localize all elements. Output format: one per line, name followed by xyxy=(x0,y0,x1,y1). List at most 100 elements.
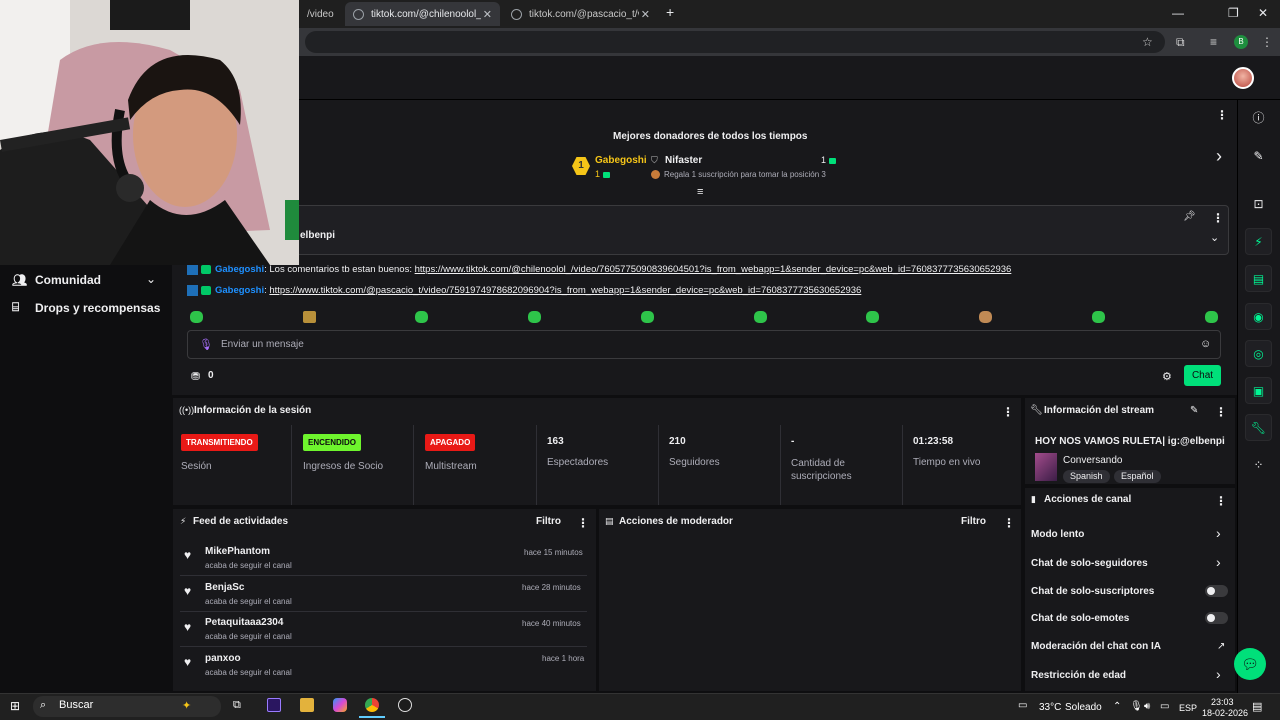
feed-filter-button[interactable]: Filtro xyxy=(536,516,561,527)
emote-icon[interactable] xyxy=(979,311,992,323)
expand-leaderboard-icon[interactable]: ≡ xyxy=(697,186,703,198)
top-donor-name[interactable]: Gabegoshi xyxy=(595,155,647,166)
emote-icon[interactable] xyxy=(1092,311,1105,323)
browser-menu-icon[interactable]: ⋮ xyxy=(1261,35,1273,49)
bookmark-star-icon[interactable]: ☆ xyxy=(1142,35,1153,49)
camera-icon[interactable]: ⊡ xyxy=(1245,190,1272,217)
edit-pencil-icon[interactable]: ✎ xyxy=(1190,405,1198,416)
copilot-icon[interactable] xyxy=(333,698,347,712)
feed-menu-icon[interactable]: ⋮ xyxy=(577,516,589,530)
feed-username[interactable]: panxoo xyxy=(205,653,241,664)
add-widget-icon[interactable]: ⁘ xyxy=(1245,451,1272,478)
tab-chilenoolol[interactable]: tiktok.com/@chilenoolol_/video/✕ xyxy=(345,2,500,26)
chrome-icon[interactable] xyxy=(365,698,379,712)
tab-video-1[interactable]: /video xyxy=(299,2,341,26)
minimize-icon[interactable]: — xyxy=(1172,6,1184,20)
chevron-down-icon[interactable]: ⌄ xyxy=(1210,231,1219,244)
chat-message-input[interactable] xyxy=(187,330,1221,359)
info-icon[interactable]: ⓘ xyxy=(1245,104,1272,131)
close-window-icon[interactable]: ✕ xyxy=(1258,6,1268,20)
language-indicator[interactable]: ESP xyxy=(1179,703,1197,713)
network-icon[interactable]: ▭ xyxy=(1160,701,1169,712)
second-donor-name[interactable]: Nifaster xyxy=(665,155,702,166)
restore-icon[interactable]: ❐ xyxy=(1228,6,1239,20)
stream-category[interactable]: Conversando xyxy=(1063,455,1122,466)
globe-icon xyxy=(353,8,364,20)
chevron-right-icon[interactable]: › xyxy=(1216,666,1221,682)
chevron-right-icon[interactable]: › xyxy=(1216,554,1221,570)
chevron-down-icon[interactable]: ⌄ xyxy=(146,272,156,286)
media-icon[interactable]: ≡ xyxy=(1210,35,1217,49)
close-tab-icon[interactable]: ✕ xyxy=(483,8,492,21)
emote-icon[interactable] xyxy=(641,311,654,323)
chat-link[interactable]: https://www.tiktok.com/@chilenoolol_/vid… xyxy=(415,264,1012,275)
emote-icon[interactable] xyxy=(754,311,767,323)
emote-icon[interactable] xyxy=(303,311,316,323)
emote-picker-icon[interactable]: ☺ xyxy=(1200,338,1211,350)
channel-actions-menu-icon[interactable]: ⋮ xyxy=(1215,494,1227,508)
tray-chevron-up-icon[interactable]: ⌃ xyxy=(1113,701,1121,712)
tag-espanol[interactable]: Español xyxy=(1114,470,1161,483)
wrench-icon[interactable]: 🔧︎ xyxy=(1245,414,1272,441)
emote-icon[interactable] xyxy=(415,311,428,323)
notifications-icon[interactable]: ▤ xyxy=(1252,700,1262,713)
weather-temp[interactable]: 33°C xyxy=(1039,702,1061,713)
emote-icon[interactable] xyxy=(866,311,879,323)
feed-username[interactable]: MikePhantom xyxy=(205,546,270,557)
windows-start-icon[interactable]: ⊞ xyxy=(10,699,20,713)
send-chat-button[interactable]: Chat xyxy=(1184,365,1221,386)
sidebar-item-drops[interactable]: ⌸ Drops y recompensas xyxy=(12,300,160,315)
category-boxart[interactable] xyxy=(1035,453,1057,481)
volume-icon[interactable]: 🔊︎ xyxy=(1144,701,1150,712)
external-link-icon[interactable]: ↗ xyxy=(1217,641,1225,652)
pinned-menu-icon[interactable]: ⋮ xyxy=(1212,211,1224,225)
chat-panel-menu-icon[interactable]: ⋮ xyxy=(1216,108,1228,122)
url-input[interactable] xyxy=(305,31,1165,53)
clock-date[interactable]: 18-02-2026 xyxy=(1202,708,1248,718)
profile-avatar[interactable]: B xyxy=(1234,35,1248,49)
tab-pascacio[interactable]: tiktok.com/@pascacio_t/video/✕ xyxy=(503,2,658,26)
broadcast-icon[interactable]: ◎ xyxy=(1245,340,1272,367)
session-menu-icon[interactable]: ⋮ xyxy=(1002,405,1014,419)
weather-desc[interactable]: Soleado xyxy=(1065,702,1102,713)
feed-username[interactable]: Petaquitaaa2304 xyxy=(205,617,283,628)
premiere-icon[interactable] xyxy=(267,698,281,712)
dashboard-icon[interactable]: ▣ xyxy=(1245,377,1272,404)
action-age-restriction[interactable]: Restricción de edad xyxy=(1031,670,1126,681)
mod-menu-icon[interactable]: ⋮ xyxy=(1003,516,1015,530)
clock-time[interactable]: 23:03 xyxy=(1211,697,1234,707)
microphone-icon[interactable]: 🎙︎ xyxy=(1130,701,1143,712)
tag-spanish[interactable]: Spanish xyxy=(1063,470,1110,483)
pin-icon[interactable]: 📌︎ xyxy=(1183,211,1196,222)
extensions-icon[interactable]: ⧉ xyxy=(1176,35,1185,50)
chat-bubble-icon[interactable]: ◉ xyxy=(1245,303,1272,330)
channel-points-icon[interactable]: ⛃ xyxy=(191,370,200,383)
chat-link[interactable]: https://www.tiktok.com/@pascacio_t/video… xyxy=(269,285,861,296)
emote-icon[interactable] xyxy=(1205,311,1218,323)
feed-username[interactable]: BenjaSc xyxy=(205,582,244,593)
emote-icon[interactable] xyxy=(190,311,203,323)
bolt-icon[interactable]: ⚡︎ xyxy=(1245,228,1272,255)
avatar[interactable] xyxy=(1232,67,1254,89)
task-view-icon[interactable]: ⧉ xyxy=(233,699,241,712)
sidebar-item-comunidad[interactable]: 👥︎ Comunidad xyxy=(12,273,101,287)
chevron-right-icon[interactable]: › xyxy=(1216,525,1221,541)
action-followers-only[interactable]: Chat de solo-seguidores xyxy=(1031,558,1148,569)
document-icon[interactable]: ▤ xyxy=(1245,265,1272,292)
action-slow-mode[interactable]: Modo lento xyxy=(1031,529,1084,540)
microphone-icon[interactable]: 🎙︎ xyxy=(199,338,213,351)
new-tab-button[interactable]: + xyxy=(666,4,674,20)
help-chat-icon[interactable]: 💬︎ xyxy=(1234,648,1266,680)
emotes-only-toggle[interactable] xyxy=(1205,612,1228,624)
mod-filter-button[interactable]: Filtro xyxy=(961,516,986,527)
obs-icon[interactable] xyxy=(398,698,412,712)
file-explorer-icon[interactable] xyxy=(300,698,314,712)
chat-settings-gear-icon[interactable]: ⚙ xyxy=(1162,370,1172,383)
stream-info-menu-icon[interactable]: ⋮ xyxy=(1215,405,1227,419)
subscribers-only-toggle[interactable] xyxy=(1205,585,1228,597)
chevron-right-icon[interactable]: › xyxy=(1216,146,1222,167)
close-tab-icon[interactable]: ✕ xyxy=(641,8,650,21)
pencil-icon[interactable]: ✎ xyxy=(1245,142,1272,169)
action-ai-moderation[interactable]: Moderación del chat con IA xyxy=(1031,641,1161,652)
emote-icon[interactable] xyxy=(528,311,541,323)
